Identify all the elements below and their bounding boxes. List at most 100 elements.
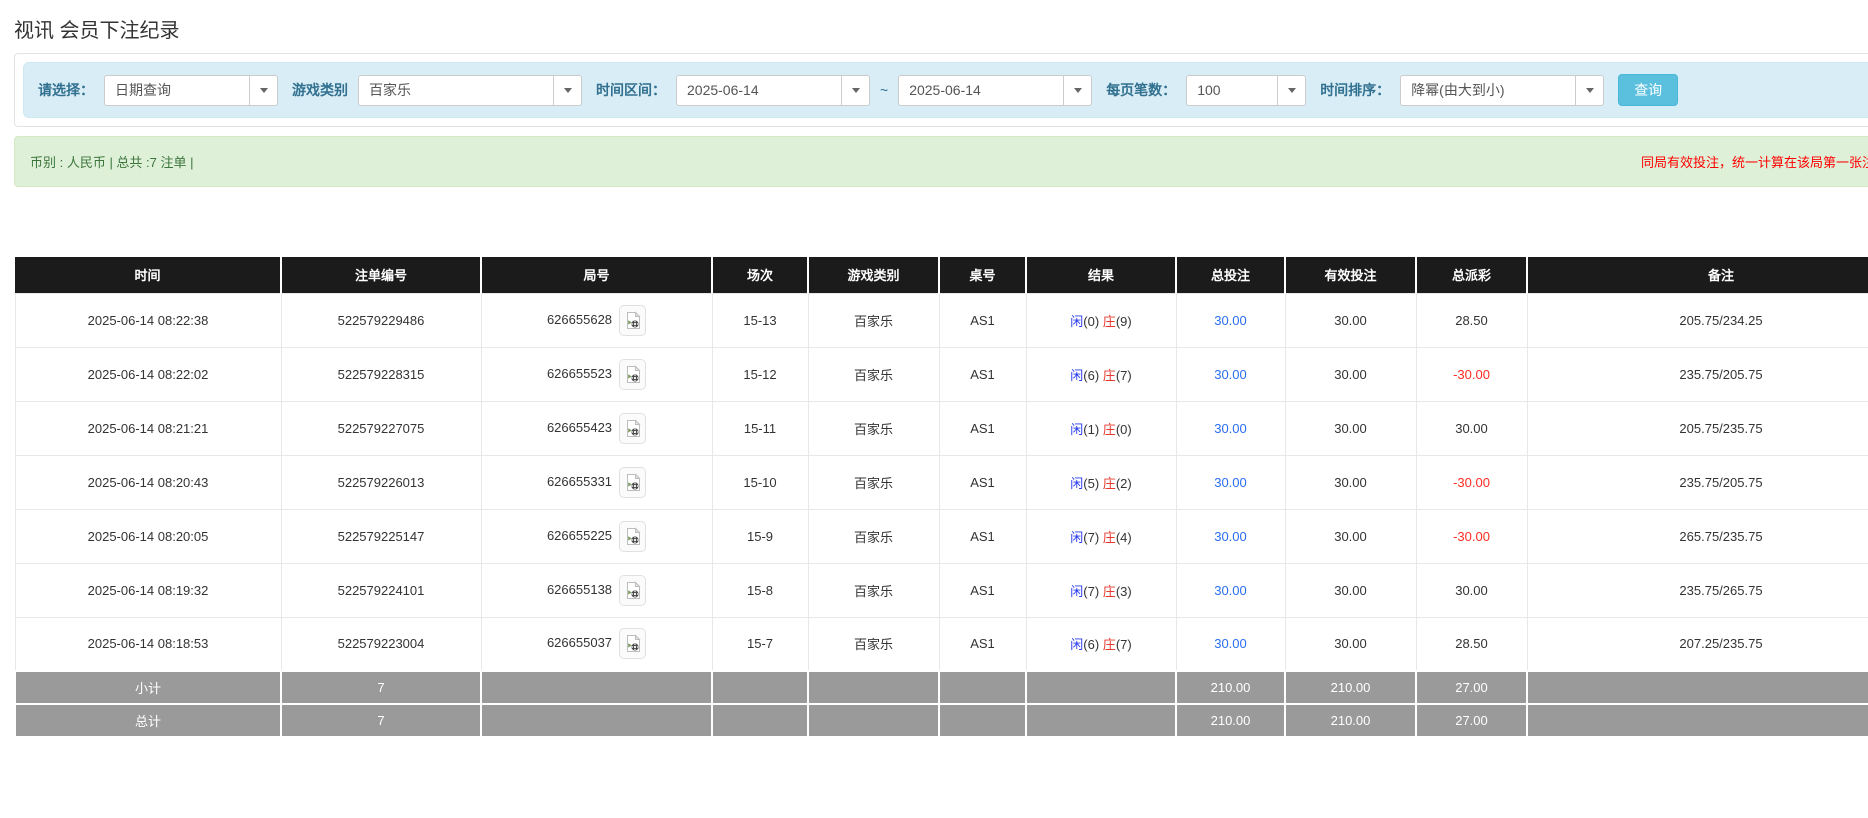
time-cell: 2025-06-14 08:21:21: [15, 401, 281, 455]
subtotal-row-cell-7: 210.00: [1176, 671, 1285, 704]
game-type-cell: 百家乐: [808, 293, 939, 347]
session-cell: 15-9: [712, 509, 808, 563]
column-header-7: 总投注: [1176, 257, 1285, 293]
sort-order-dropdown-button[interactable]: [1575, 75, 1604, 106]
total-bet-cell: 30.00: [1176, 563, 1285, 617]
game-type-value[interactable]: 百家乐: [358, 75, 554, 106]
date-to-value[interactable]: 2025-06-14: [898, 75, 1064, 106]
total-row-cell-9: 27.00: [1416, 704, 1527, 737]
total-bet-link[interactable]: 30.00: [1214, 636, 1247, 651]
chevron-down-icon: [260, 88, 268, 93]
game-type-cell: 百家乐: [808, 563, 939, 617]
round-id-cell: 626655523: [481, 347, 712, 401]
valid-bet-cell: 30.00: [1285, 293, 1416, 347]
valid-bet-cell: 30.00: [1285, 509, 1416, 563]
date-from-value[interactable]: 2025-06-14: [676, 75, 842, 106]
subtotal-row-cell-2: [481, 671, 712, 704]
video-replay-button[interactable]: [619, 305, 646, 336]
game-type-cell: 百家乐: [808, 617, 939, 671]
total-bet-link[interactable]: 30.00: [1214, 529, 1247, 544]
bet-id-cell: 522579229486: [281, 293, 481, 347]
time-cell: 2025-06-14 08:22:02: [15, 347, 281, 401]
sort-order-combobox: 降幂(由大到小): [1400, 75, 1604, 106]
chevron-down-icon: [1288, 88, 1296, 93]
player-result-label: 闲: [1070, 422, 1083, 437]
round-id-value: 626655037: [547, 635, 612, 650]
total-bet-link[interactable]: 30.00: [1214, 583, 1247, 598]
video-replay-button[interactable]: [619, 359, 646, 390]
date-to-dropdown-button[interactable]: [1063, 75, 1092, 106]
video-replay-button[interactable]: [619, 413, 646, 444]
valid-bet-cell: 30.00: [1285, 401, 1416, 455]
total-bet-link[interactable]: 30.00: [1214, 475, 1247, 490]
player-result-value: (6): [1083, 637, 1103, 652]
payout-cell: -30.00: [1416, 347, 1527, 401]
video-replay-button[interactable]: [619, 521, 646, 552]
total-row-cell-3: [712, 704, 808, 737]
remark-cell: 205.75/234.25: [1527, 293, 1868, 347]
page-size-dropdown-button[interactable]: [1277, 75, 1306, 106]
payout-cell: 30.00: [1416, 401, 1527, 455]
page-size-value[interactable]: 100: [1186, 75, 1278, 106]
subtotal-row-cell-8: 210.00: [1285, 671, 1416, 704]
page-size-combobox: 100: [1186, 75, 1306, 106]
select-mode-combobox: 日期查询: [104, 75, 278, 106]
player-result-value: (7): [1083, 530, 1103, 545]
video-replay-button[interactable]: [619, 575, 646, 606]
video-replay-button[interactable]: [619, 467, 646, 498]
video-file-icon: [625, 581, 641, 600]
result-cell: 闲(1) 庄(0): [1026, 401, 1176, 455]
filter-strip: 请选择： 日期查询 游戏类别 百家乐 时间区间： 2025-06-14 ~ 20…: [23, 62, 1868, 118]
select-mode-dropdown-button[interactable]: [249, 75, 278, 106]
player-result-label: 闲: [1070, 368, 1083, 383]
table-row: 2025-06-14 08:21:21522579227075626655423…: [15, 401, 1868, 455]
player-result-label: 闲: [1070, 584, 1083, 599]
time-cell: 2025-06-14 08:18:53: [15, 617, 281, 671]
table-row: 2025-06-14 08:20:43522579226013626655331…: [15, 455, 1868, 509]
search-button[interactable]: 查询: [1618, 74, 1678, 106]
remark-cell: 235.75/205.75: [1527, 347, 1868, 401]
player-result-value: (5): [1083, 476, 1103, 491]
game-type-dropdown-button[interactable]: [553, 75, 582, 106]
result-cell: 闲(6) 庄(7): [1026, 617, 1176, 671]
column-header-3: 场次: [712, 257, 808, 293]
date-from-dropdown-button[interactable]: [841, 75, 870, 106]
subtotal-row-cell-9: 27.00: [1416, 671, 1527, 704]
session-cell: 15-13: [712, 293, 808, 347]
banker-result-label: 庄: [1103, 314, 1116, 329]
column-header-5: 桌号: [939, 257, 1026, 293]
total-bet-cell: 30.00: [1176, 401, 1285, 455]
round-id-value: 626655331: [547, 473, 612, 488]
table-body: 2025-06-14 08:22:38522579229486626655628…: [15, 293, 1868, 737]
total-row-cell-4: [808, 704, 939, 737]
valid-bet-cell: 30.00: [1285, 563, 1416, 617]
select-mode-value[interactable]: 日期查询: [104, 75, 250, 106]
total-row-cell-8: 210.00: [1285, 704, 1416, 737]
round-id-value: 626655225: [547, 527, 612, 542]
chevron-down-icon: [1586, 88, 1594, 93]
chevron-down-icon: [1074, 88, 1082, 93]
video-replay-button[interactable]: [619, 628, 646, 659]
banker-result-label: 庄: [1103, 637, 1116, 652]
subtotal-row-cell-5: [939, 671, 1026, 704]
total-row-cell-6: [1026, 704, 1176, 737]
total-bet-link[interactable]: 30.00: [1214, 367, 1247, 382]
total-bet-link[interactable]: 30.00: [1214, 313, 1247, 328]
total-row-cell-0: 总计: [15, 704, 281, 737]
result-cell: 闲(7) 庄(4): [1026, 509, 1176, 563]
summary-bar: 币别 : 人民币 | 总共 :7 注单 | 同局有效投注，统一计算在该局第一张注…: [14, 136, 1868, 187]
chevron-down-icon: [852, 88, 860, 93]
column-header-10: 备注: [1527, 257, 1868, 293]
table-number-cell: AS1: [939, 563, 1026, 617]
total-bet-cell: 30.00: [1176, 455, 1285, 509]
sort-order-value[interactable]: 降幂(由大到小): [1400, 75, 1576, 106]
game-type-cell: 百家乐: [808, 347, 939, 401]
banker-result-value: (7): [1116, 637, 1132, 652]
table-number-cell: AS1: [939, 293, 1026, 347]
payout-cell: 28.50: [1416, 293, 1527, 347]
total-bet-cell: 30.00: [1176, 509, 1285, 563]
table-number-cell: AS1: [939, 347, 1026, 401]
total-bet-link[interactable]: 30.00: [1214, 421, 1247, 436]
result-cell: 闲(7) 庄(3): [1026, 563, 1176, 617]
player-result-value: (7): [1083, 584, 1103, 599]
